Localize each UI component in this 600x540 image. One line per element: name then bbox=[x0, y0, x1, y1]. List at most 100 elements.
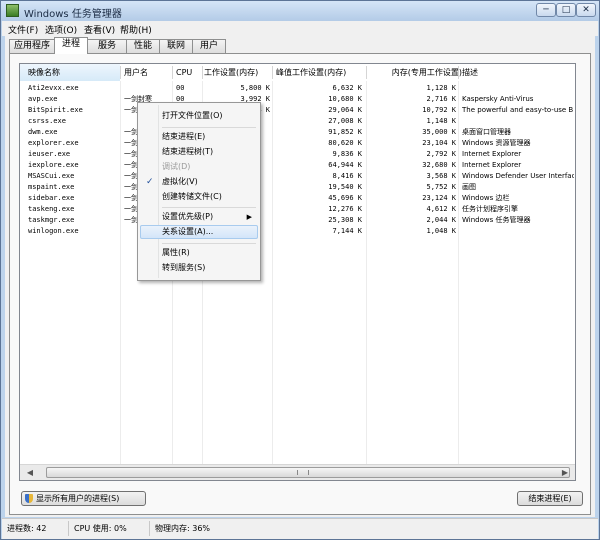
cell-image-name: mspaint.exe bbox=[28, 183, 75, 191]
column-header-working-set[interactable]: 工作设置(内存) bbox=[204, 64, 268, 81]
column-header-user[interactable]: 用户名 bbox=[124, 64, 172, 81]
list-header: 映像名称 用户名 CPU 工作设置(内存) 峰值工作设置(内存) 内存(专用工作… bbox=[20, 64, 575, 81]
menu-help[interactable]: 帮助(H) bbox=[120, 23, 152, 36]
checkmark-icon: ✓ bbox=[146, 177, 154, 187]
cell-image-name: avp.exe bbox=[28, 95, 58, 103]
title-bar[interactable]: Windows 任务管理器 ─ □ ✕ bbox=[1, 1, 599, 21]
cell-private-working-set: 1,128 K bbox=[426, 84, 456, 92]
menu-bar: 文件(F) 选项(O) 查看(V) 帮助(H) bbox=[2, 21, 598, 36]
table-row[interactable]: taskeng.exe 一剑 12,276 K 4,612 K 任务计划程序引擎 bbox=[20, 204, 575, 215]
column-divider[interactable] bbox=[172, 66, 173, 79]
column-header-image-name[interactable]: 映像名称 bbox=[20, 64, 120, 81]
column-header-cpu[interactable]: CPU bbox=[176, 64, 202, 81]
cell-private-working-set: 2,792 K bbox=[426, 150, 456, 158]
process-context-menu: 打开文件位置(O) 结束进程(E) 结束进程树(T) 调试(D) ✓ 虚拟化(V… bbox=[137, 102, 261, 281]
cell-private-working-set: 23,104 K bbox=[422, 139, 456, 147]
table-row[interactable]: ieuser.exe 一剑 9,836 K 2,792 K Internet Explo… bbox=[20, 149, 575, 160]
status-cpu-usage: CPU 使用: 0% bbox=[74, 524, 127, 533]
scroll-grip bbox=[297, 470, 309, 475]
column-divider[interactable] bbox=[272, 66, 273, 79]
menu-item-end-process-tree[interactable]: 结束进程树(T) bbox=[140, 145, 258, 159]
cell-description: Internet Explorer bbox=[462, 150, 522, 158]
table-row[interactable]: Ati2evxx.exe 00 5,800 K 6,632 K 1,128 K bbox=[20, 83, 575, 94]
menu-item-create-dump-file[interactable]: 创建转储文件(C) bbox=[140, 190, 258, 204]
column-divider[interactable] bbox=[366, 66, 367, 79]
cell-peak-working-set: 45,696 K bbox=[328, 194, 362, 202]
table-row[interactable]: sidebar.exe 一剑 45,696 K 23,124 K Windows 边栏 bbox=[20, 193, 575, 204]
menu-item-virtualization[interactable]: ✓ 虚拟化(V) bbox=[140, 175, 258, 189]
scroll-thumb[interactable] bbox=[46, 467, 570, 478]
process-list[interactable]: 映像名称 用户名 CPU 工作设置(内存) 峰值工作设置(内存) 内存(专用工作… bbox=[19, 63, 576, 481]
column-divider[interactable] bbox=[202, 66, 203, 79]
cell-peak-working-set: 64,944 K bbox=[328, 161, 362, 169]
cell-description: The powerful and easy-to-use B bbox=[462, 106, 574, 114]
cell-peak-working-set: 6,632 K bbox=[332, 84, 362, 92]
table-row[interactable]: avp.exe 一剑封寒 00 3,992 K 10,680 K 2,716 K Kaspe… bbox=[20, 94, 575, 105]
cell-peak-working-set: 25,308 K bbox=[328, 216, 362, 224]
column-divider[interactable] bbox=[458, 66, 459, 79]
scroll-left-arrow-icon[interactable]: ◀ bbox=[23, 468, 37, 478]
cell-description: Internet Explorer bbox=[462, 161, 522, 169]
tab-networking[interactable]: 联网 bbox=[159, 39, 193, 53]
table-row[interactable]: iexplore.exe 一剑 64,944 K 32,680 K Internet E… bbox=[20, 160, 575, 171]
tab-users[interactable]: 用户 bbox=[192, 39, 226, 53]
column-header-private-working-set[interactable]: 内存(专用工作设置) bbox=[372, 64, 462, 81]
cell-peak-working-set: 9,836 K bbox=[332, 150, 362, 158]
table-row[interactable]: winlogon.exe 7,144 K 1,048 K bbox=[20, 226, 575, 237]
menu-item-set-priority[interactable]: 设置优先级(P) ▶ bbox=[140, 210, 258, 224]
minimize-button[interactable]: ─ bbox=[536, 3, 556, 17]
column-header-description[interactable]: 描述 bbox=[462, 64, 542, 81]
cell-cpu: 00 bbox=[176, 84, 185, 92]
menu-view[interactable]: 查看(V) bbox=[84, 23, 115, 36]
menu-item-end-process[interactable]: 结束进程(E) bbox=[140, 130, 258, 144]
end-process-button[interactable]: 结束进程(E) bbox=[517, 491, 583, 506]
column-header-peak-working-set[interactable]: 峰值工作设置(内存) bbox=[276, 64, 366, 81]
client-area: 应用程序 进程 服务 性能 联网 用户 映像名称 用户名 CPU 工作设置(内存… bbox=[5, 36, 595, 517]
table-row[interactable]: csrss.exe 27,008 K 1,148 K bbox=[20, 116, 575, 127]
cell-peak-working-set: 91,852 K bbox=[328, 128, 362, 136]
status-divider bbox=[68, 521, 69, 536]
cell-image-name: taskmgr.exe bbox=[28, 216, 75, 224]
cell-peak-working-set: 7,144 K bbox=[332, 227, 362, 235]
table-row[interactable]: explorer.exe 一剑 80,620 K 23,104 K Windows 资源… bbox=[20, 138, 575, 149]
cell-peak-working-set: 29,064 K bbox=[328, 106, 362, 114]
column-divider[interactable] bbox=[120, 66, 121, 79]
cell-private-working-set: 23,124 K bbox=[422, 194, 456, 202]
tab-processes[interactable]: 进程 bbox=[54, 37, 88, 54]
cell-description: Windows 资源管理器 bbox=[462, 139, 531, 147]
maximize-button[interactable]: □ bbox=[556, 3, 576, 17]
menu-file[interactable]: 文件(F) bbox=[8, 23, 38, 36]
tab-performance[interactable]: 性能 bbox=[126, 39, 160, 53]
task-manager-window: Windows 任务管理器 ─ □ ✕ 文件(F) 选项(O) 查看(V) 帮助… bbox=[0, 0, 600, 540]
table-row[interactable]: MSASCui.exe 一剑 8,416 K 3,568 K Windows Defen… bbox=[20, 171, 575, 182]
table-row[interactable]: dwm.exe 一剑 91,852 K 35,000 K 桌面窗口管理器 bbox=[20, 127, 575, 138]
status-process-count: 进程数: 42 bbox=[7, 524, 47, 533]
cell-private-working-set: 1,148 K bbox=[426, 117, 456, 125]
cell-description: Kaspersky Anti-Virus bbox=[462, 95, 534, 103]
scroll-right-arrow-icon[interactable]: ▶ bbox=[558, 468, 572, 478]
horizontal-scrollbar[interactable]: ◀ ▶ bbox=[20, 464, 575, 480]
cell-image-name: Ati2evxx.exe bbox=[28, 84, 79, 92]
close-button[interactable]: ✕ bbox=[576, 3, 596, 17]
menu-item-go-to-service[interactable]: 转到服务(S) bbox=[140, 261, 258, 275]
tab-services[interactable]: 服务 bbox=[87, 39, 127, 53]
tab-applications[interactable]: 应用程序 bbox=[9, 39, 55, 53]
table-row[interactable]: BitSpirit.exe一剑封寒0021,304 K29,064 K10,79… bbox=[20, 105, 575, 116]
cell-image-name: sidebar.exe bbox=[28, 194, 75, 202]
cell-peak-working-set: 12,276 K bbox=[328, 205, 362, 213]
cell-description bbox=[462, 83, 574, 94]
show-all-users-button[interactable]: 显示所有用户的进程(S) bbox=[21, 491, 146, 506]
cell-peak-working-set: 19,540 K bbox=[328, 183, 362, 191]
menu-item-open-file-location[interactable]: 打开文件位置(O) bbox=[140, 109, 258, 123]
cell-image-name: dwm.exe bbox=[28, 128, 58, 136]
cell-private-working-set: 35,000 K bbox=[422, 128, 456, 136]
menu-item-properties[interactable]: 属性(R) bbox=[140, 246, 258, 260]
cell-private-working-set: 5,752 K bbox=[426, 183, 456, 191]
table-row[interactable]: taskmgr.exe 一剑 25,308 K 2,044 K Windows 任务管理… bbox=[20, 215, 575, 226]
menu-options[interactable]: 选项(O) bbox=[45, 23, 77, 36]
cell-description: Windows Defender User Interfac bbox=[462, 172, 574, 180]
menu-separator bbox=[162, 243, 256, 244]
table-row[interactable]: mspaint.exe 一剑 19,540 K 5,752 K 画图 bbox=[20, 182, 575, 193]
cell-image-name: csrss.exe bbox=[28, 117, 66, 125]
menu-item-set-affinity[interactable]: 关系设置(A)... bbox=[140, 225, 258, 239]
